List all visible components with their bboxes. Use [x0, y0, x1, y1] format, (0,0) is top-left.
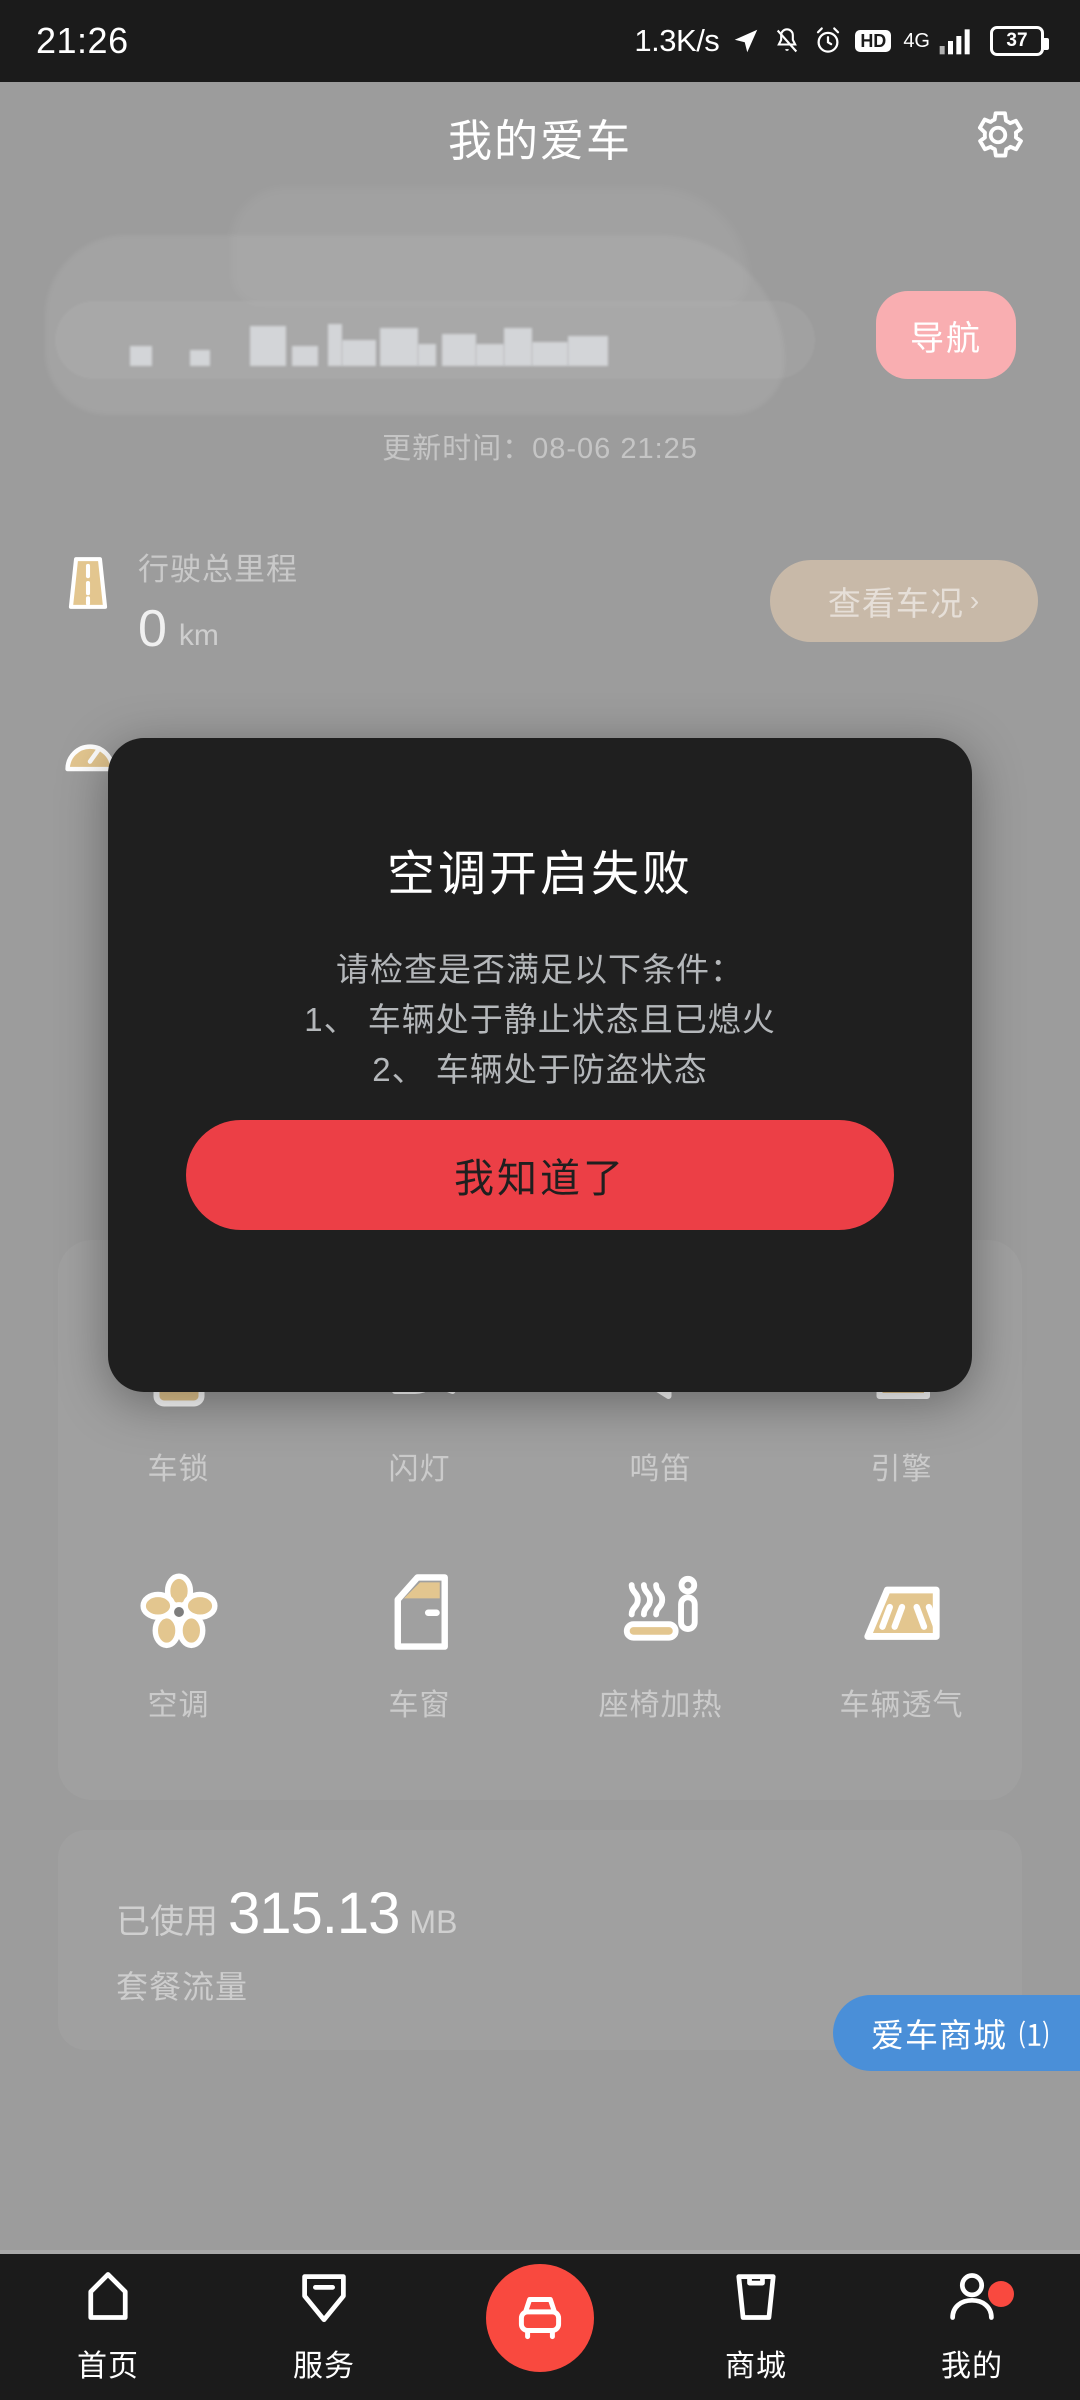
nav-center-button[interactable] — [486, 2264, 594, 2372]
gear-icon — [969, 106, 1027, 169]
nav-label: 我的 — [941, 2350, 1003, 2383]
data-usage-prefix: 已使用 — [116, 1903, 218, 1941]
navigate-button[interactable]: 导航 — [876, 291, 1016, 379]
nav-badge-dot — [988, 2281, 1014, 2307]
dialog-confirm-button[interactable]: 我知道了 — [186, 1120, 894, 1230]
navigate-button-label: 导航 — [910, 319, 982, 358]
data-usage-amount-row: 已使用 315.13 MB — [116, 1880, 457, 1947]
dialog-title: 空调开启失败 — [386, 848, 693, 901]
ac-failure-dialog: 空调开启失败 请检查是否满足以下条件： 1、 车辆处于静止状态且已熄火 2、 车… — [108, 738, 972, 1392]
dialog-body-line-1: 请检查是否满足以下条件： — [336, 951, 744, 988]
dialog-confirm-label: 我知道了 — [454, 1157, 626, 1201]
control-air-conditioner[interactable]: 空调 — [58, 1566, 299, 1724]
navbar-divider — [0, 2250, 1080, 2254]
car-hero-section: 导航 更新时间：08-06 21:25 — [0, 187, 1080, 465]
nav-label: 首页 — [77, 2350, 139, 2383]
control-label: 鸣笛 — [629, 1453, 692, 1486]
data-usage-amount: 315.13 — [228, 1881, 400, 1946]
network-type-label: 4G — [903, 30, 930, 52]
mileage-section: 行驶总里程 0 km — [62, 552, 298, 655]
mileage-unit: km — [178, 619, 219, 653]
home-icon — [77, 2265, 139, 2327]
hd-icon: HD — [855, 30, 892, 52]
mileage-text: 行驶总里程 0 km — [138, 552, 298, 655]
control-label: 车辆透气 — [839, 1689, 964, 1722]
control-window[interactable]: 车窗 — [299, 1566, 540, 1724]
shop-floating-tab-label: 爱车商城 — [871, 2017, 1007, 2054]
fan-icon — [133, 1566, 225, 1658]
location-redacted-text — [130, 320, 608, 366]
battery-percent: 37 — [1006, 30, 1028, 51]
windshield-vent-icon — [856, 1566, 948, 1658]
nav-item-shop[interactable]: 商城 — [648, 2265, 864, 2385]
control-label: 空调 — [147, 1689, 210, 1722]
dialog-body-line-3: 2、 车辆处于防盗状态 — [372, 1051, 708, 1089]
nav-item-service[interactable]: 服务 — [216, 2265, 432, 2385]
data-usage-unit: MB — [409, 1904, 458, 1940]
bottom-navigation: 首页 服务 商城 我的 — [0, 2250, 1080, 2400]
dialog-body: 请检查是否满足以下条件： 1、 车辆处于静止状态且已熄火 2、 车辆处于防盗状态 — [108, 945, 972, 1095]
control-seat-heating[interactable]: 座椅加热 — [540, 1566, 781, 1724]
app-header: 我的爱车 — [0, 82, 1080, 192]
car-icon — [509, 2285, 571, 2352]
road-icon — [62, 553, 114, 613]
shop-floating-tab[interactable]: 爱车商城 ⑴ — [833, 1995, 1080, 2071]
control-label: 引擎 — [870, 1453, 933, 1486]
mileage-value: 0 km — [138, 603, 298, 655]
mileage-number: 0 — [138, 600, 167, 659]
status-bar: 21:26 1.3K/s HD 4G 37 — [0, 0, 1080, 82]
car-door-window-icon — [374, 1566, 466, 1658]
nav-item-car[interactable] — [432, 2264, 648, 2386]
signal-bars-icon — [938, 26, 978, 56]
control-label: 座椅加热 — [598, 1689, 723, 1722]
nav-label: 服务 — [293, 2350, 355, 2383]
seat-heating-icon — [615, 1566, 707, 1658]
app-screen: 21:26 1.3K/s HD 4G 37 我的爱车 导航 更新时间：08-06… — [0, 0, 1080, 2400]
network-speed-text: 1.3K/s — [634, 23, 720, 58]
battery-icon: 37 — [990, 26, 1049, 56]
view-vehicle-status-label: 查看车况 — [827, 585, 964, 622]
control-ventilation[interactable]: 车辆透气 — [781, 1566, 1022, 1724]
page-title: 我的爱车 — [448, 117, 632, 166]
data-usage-subtitle: 套餐流量 — [116, 1969, 249, 2005]
view-vehicle-status-button[interactable]: 查看车况 › — [770, 560, 1038, 642]
shop-bag-icon — [725, 2265, 787, 2327]
settings-button[interactable] — [966, 105, 1030, 169]
shop-tab-glyph-icon: ⑴ — [1019, 2020, 1050, 2053]
mileage-label: 行驶总里程 — [138, 552, 298, 587]
location-arrow-icon — [731, 26, 761, 56]
nav-label: 商城 — [725, 2350, 787, 2383]
alarm-clock-icon — [813, 26, 843, 56]
status-bar-clock: 21:26 — [36, 20, 129, 61]
service-tag-icon — [293, 2265, 355, 2327]
control-label: 车锁 — [147, 1453, 210, 1486]
bell-muted-icon — [773, 26, 801, 56]
update-time-text: 更新时间：08-06 21:25 — [382, 433, 698, 465]
dialog-body-line-2: 1、 车辆处于静止状态且已熄火 — [304, 1001, 776, 1039]
control-label: 车窗 — [388, 1689, 451, 1722]
nav-item-home[interactable]: 首页 — [0, 2265, 216, 2385]
status-bar-icons: 1.3K/s HD 4G 37 — [634, 23, 1049, 59]
nav-item-mine[interactable]: 我的 — [864, 2265, 1080, 2385]
control-label: 闪灯 — [388, 1453, 451, 1486]
chevron-right-icon: › — [969, 585, 981, 616]
